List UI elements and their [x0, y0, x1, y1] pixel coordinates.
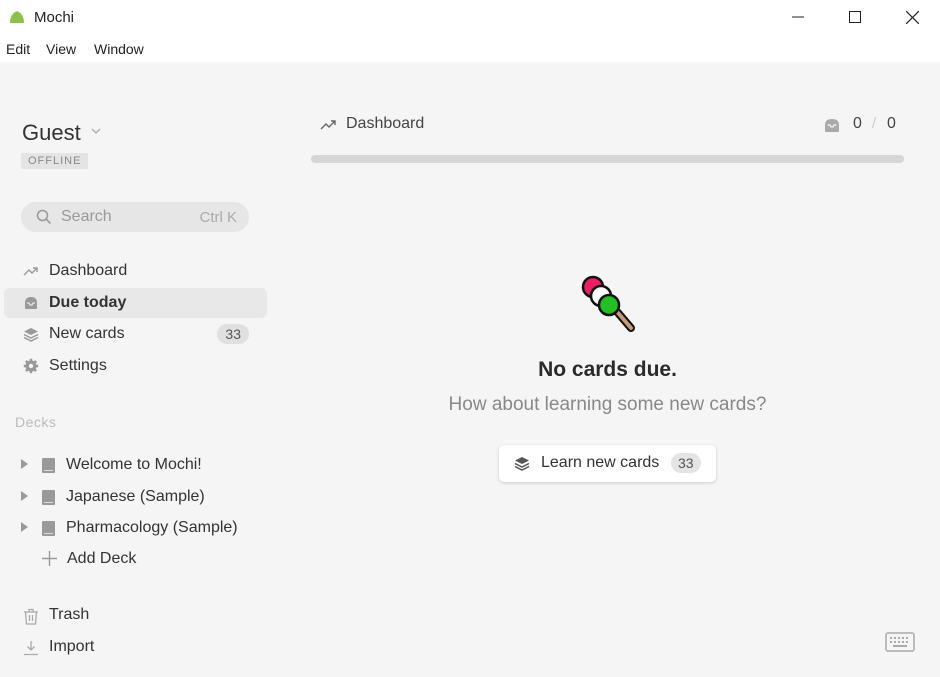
maximize-icon [849, 11, 861, 23]
sidebar-item-settings[interactable]: Settings [4, 351, 267, 381]
chevron-down-icon[interactable] [91, 128, 101, 134]
plus-icon [42, 551, 57, 566]
layers-icon [514, 457, 530, 471]
breadcrumb[interactable]: Dashboard [346, 115, 424, 133]
inbox-icon [25, 297, 37, 309]
caret-right-icon[interactable] [21, 522, 28, 532]
search-icon [36, 209, 52, 225]
add-deck-label: Add Deck [67, 550, 137, 567]
deck-label: Japanese (Sample) [66, 488, 205, 505]
maximize-button[interactable] [826, 0, 884, 34]
trash-icon [24, 608, 38, 625]
sidebar-item-dashboard[interactable]: Dashboard [4, 256, 267, 286]
menu-window[interactable]: Window [94, 41, 144, 57]
status-badge: OFFLINE [21, 153, 89, 169]
book-icon [42, 490, 55, 505]
main-content: Dashboard 0 / 0 No cards due. How about … [280, 62, 940, 677]
title-bar: Mochi [0, 0, 940, 36]
sidebar-item-label: Import [49, 638, 95, 655]
download-icon [24, 641, 38, 656]
close-button[interactable] [883, 0, 940, 34]
trending-up-icon [23, 267, 38, 276]
deck-item-pharmacology[interactable]: Pharmacology (Sample) [0, 514, 270, 542]
user-name[interactable]: Guest [22, 120, 81, 146]
search-placeholder: Search [61, 208, 112, 225]
sidebar: Guest OFFLINE Search Ctrl K Dashboard Du… [0, 62, 280, 677]
gear-icon [23, 358, 39, 374]
sidebar-item-due-today[interactable]: Due today [4, 288, 267, 318]
sidebar-item-label: New cards [49, 325, 125, 342]
learn-new-cards-button[interactable]: Learn new cards 33 [499, 445, 716, 482]
deck-label: Welcome to Mochi! [66, 456, 202, 473]
sidebar-item-import[interactable]: Import [0, 634, 200, 662]
due-count: 0 [853, 115, 862, 132]
learn-new-cards-count: 33 [671, 453, 701, 473]
book-icon [42, 458, 55, 473]
search-shortcut: Ctrl K [199, 209, 238, 226]
trending-up-icon [320, 120, 336, 130]
caret-right-icon[interactable] [21, 491, 28, 501]
menu-view[interactable]: View [46, 41, 76, 57]
learn-new-cards-label: Learn new cards [541, 454, 660, 471]
close-icon [905, 10, 919, 24]
window-title: Mochi [34, 9, 75, 26]
dango-icon [581, 275, 635, 332]
inbox-icon [825, 119, 839, 132]
minimize-button[interactable] [769, 0, 827, 34]
sidebar-item-trash[interactable]: Trash [0, 602, 200, 630]
due-separator: / [872, 115, 877, 132]
sidebar-item-new-cards[interactable]: New cards 33 [4, 319, 267, 349]
mochi-app-icon [10, 11, 24, 23]
keyboard-icon[interactable] [885, 632, 915, 652]
sidebar-item-label: Settings [49, 357, 107, 374]
menu-bar: Edit View Window [0, 36, 940, 62]
minimize-icon [792, 16, 804, 18]
add-deck-button[interactable]: Add Deck [0, 545, 270, 573]
deck-label: Pharmacology (Sample) [66, 519, 238, 536]
due-total: 0 [887, 115, 896, 132]
deck-item-japanese[interactable]: Japanese (Sample) [0, 483, 270, 511]
empty-state-title: No cards due. [538, 358, 677, 381]
new-cards-count: 33 [217, 324, 249, 344]
empty-state-subtitle: How about learning some new cards? [448, 394, 767, 415]
decks-section-label: Decks [15, 414, 57, 430]
sidebar-item-label: Dashboard [49, 262, 128, 279]
layers-icon [23, 328, 39, 342]
search-input[interactable]: Search Ctrl K [21, 202, 249, 232]
sidebar-item-label: Trash [49, 606, 90, 623]
review-progress-bar [311, 155, 904, 163]
menu-edit[interactable]: Edit [6, 41, 30, 57]
book-icon [42, 521, 55, 536]
sidebar-item-label: Due today [49, 294, 127, 311]
caret-right-icon[interactable] [21, 459, 28, 469]
deck-item-welcome[interactable]: Welcome to Mochi! [0, 451, 270, 479]
